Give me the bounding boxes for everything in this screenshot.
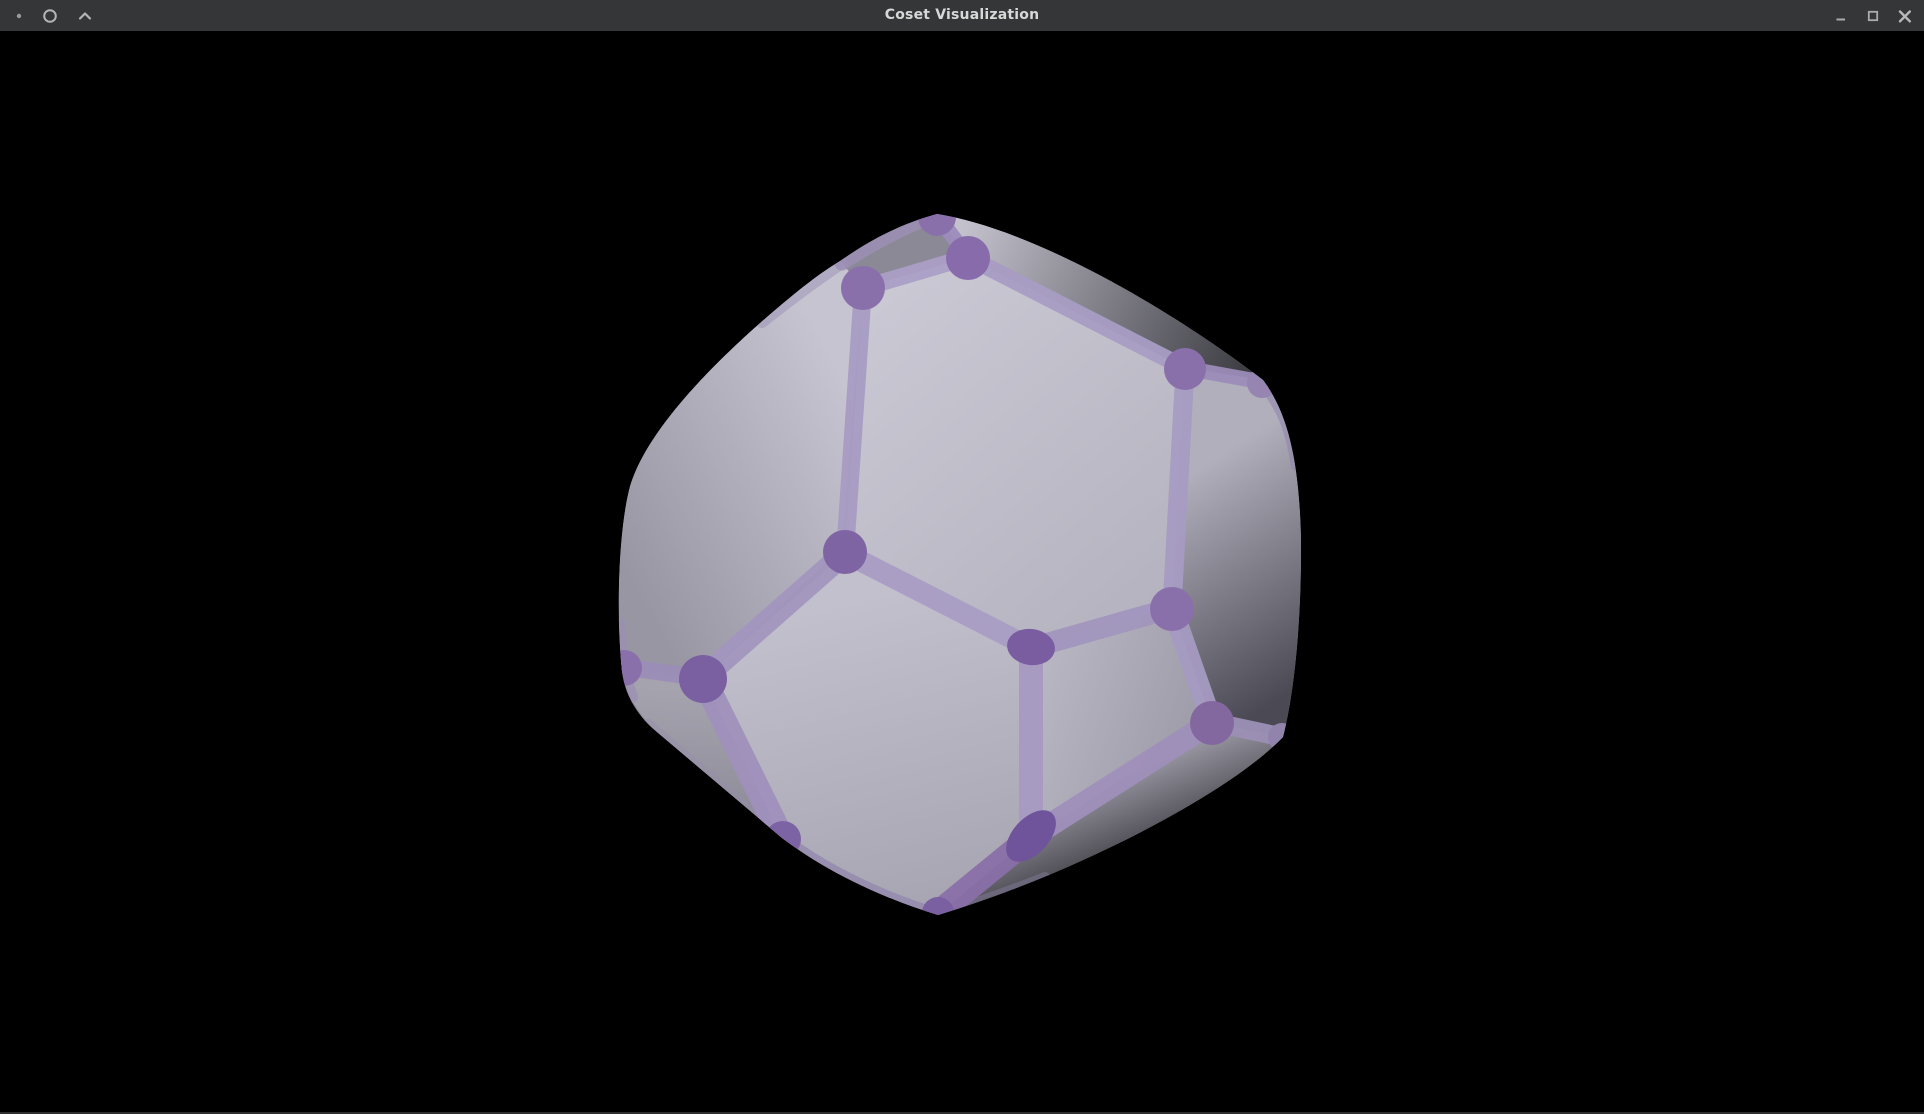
vertex-sr2: [1268, 723, 1296, 751]
vertex-p4: [1150, 587, 1194, 631]
dot-icon[interactable]: [15, 8, 23, 24]
vertex-a: [841, 266, 885, 310]
titlebar-right-controls: [1833, 8, 1924, 24]
maximize-icon[interactable]: [1865, 8, 1881, 24]
edge-p3-p4: [1172, 368, 1185, 608]
vertex-ls: [606, 650, 642, 686]
circle-icon[interactable]: [42, 8, 58, 24]
vertex-r: [1190, 701, 1234, 745]
vertex-p3: [1164, 348, 1206, 390]
vertex-bv: [922, 897, 954, 929]
close-icon[interactable]: [1897, 8, 1913, 24]
app-window: Coset Visualization: [0, 0, 1924, 1114]
vertex-bl2: [765, 821, 801, 857]
vertex-t: [918, 198, 956, 236]
titlebar[interactable]: Coset Visualization: [0, 0, 1924, 31]
vertex-p2: [946, 236, 990, 280]
window-title: Coset Visualization: [0, 0, 1924, 31]
vertex-l: [679, 655, 727, 703]
chevron-up-icon[interactable]: [77, 8, 93, 24]
minimize-icon[interactable]: [1833, 8, 1849, 24]
titlebar-left-controls: [0, 8, 93, 24]
render-canvas[interactable]: [0, 31, 1924, 1112]
vertex-p5: [823, 530, 867, 574]
vertex-sr1: [1247, 368, 1277, 398]
polyhedron: [606, 198, 1301, 929]
